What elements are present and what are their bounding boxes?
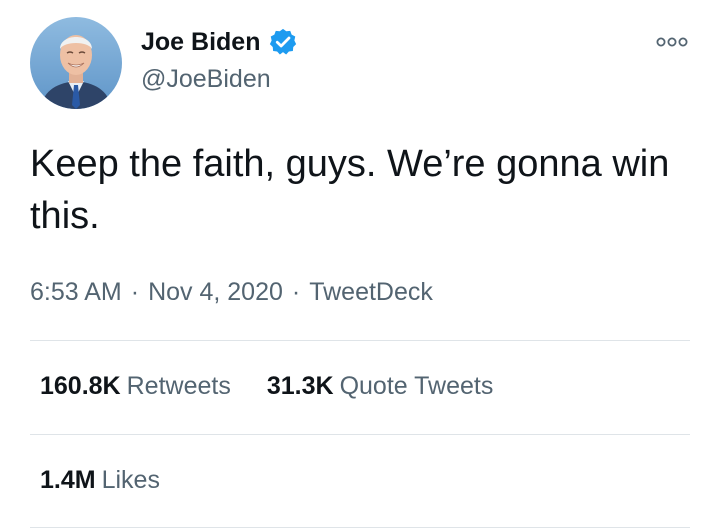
quote-tweets-label: Quote Tweets: [339, 372, 494, 400]
divider: [30, 527, 690, 528]
author-handle[interactable]: @JoeBiden: [141, 64, 271, 94]
display-name[interactable]: Joe Biden: [141, 27, 260, 57]
likes-stat[interactable]: 1.4M Likes: [40, 464, 160, 496]
verified-badge-icon: [268, 27, 298, 57]
quote-tweets-stat[interactable]: 31.3K Quote Tweets: [267, 370, 494, 402]
retweets-label: Retweets: [126, 372, 231, 400]
more-options-icon[interactable]: [652, 30, 692, 54]
divider: [30, 434, 690, 435]
likes-row: 1.4M Likes: [40, 464, 160, 496]
meta-separator: ·: [130, 278, 140, 306]
tweet-text: Keep the faith, guys. We’re gonna win th…: [30, 143, 670, 237]
quote-tweets-count: 31.3K: [266, 372, 334, 400]
tweet-time[interactable]: 6:53 AM: [30, 278, 122, 306]
likes-count: 1.4M: [40, 466, 96, 494]
meta-separator: ·: [291, 278, 301, 306]
retweets-stat[interactable]: 160.8K Retweets: [40, 370, 231, 402]
avatar[interactable]: [30, 17, 122, 109]
likes-label: Likes: [101, 466, 160, 494]
divider: [30, 340, 690, 341]
tweet-date[interactable]: Nov 4, 2020: [148, 278, 283, 306]
tweet-meta: 6:53 AM · Nov 4, 2020 · TweetDeck: [30, 276, 433, 308]
engagement-row: 160.8K Retweets 31.3K Quote Tweets: [40, 370, 493, 402]
retweets-count: 160.8K: [40, 372, 121, 400]
author-name-row[interactable]: Joe Biden: [141, 27, 298, 57]
tweet-source[interactable]: TweetDeck: [309, 278, 433, 306]
avatar-image: [30, 17, 122, 109]
